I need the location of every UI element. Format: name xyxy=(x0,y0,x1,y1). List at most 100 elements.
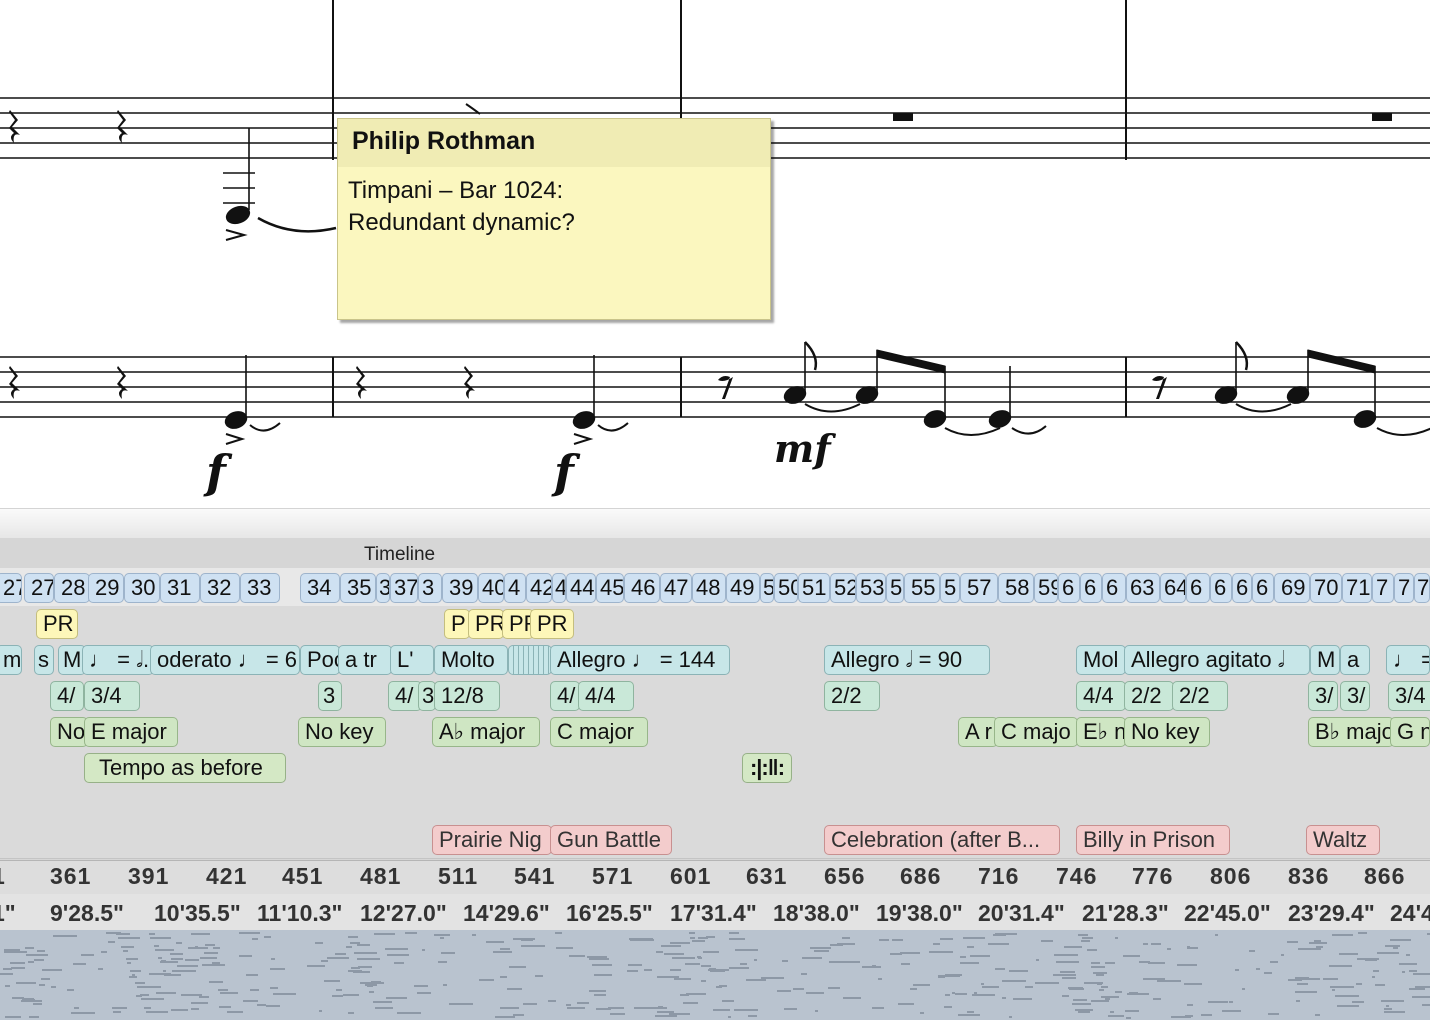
bar-chip[interactable]: 4 xyxy=(552,573,566,603)
bar-chip[interactable]: 6 xyxy=(1232,573,1252,603)
time-signature-chip[interactable]: 3/ xyxy=(1340,681,1370,711)
tempo-chip[interactable]: m xyxy=(0,645,22,675)
flow-chip[interactable]: Prairie Nig xyxy=(432,825,552,855)
flow-chip[interactable]: Waltz xyxy=(1306,825,1380,855)
bar-chip[interactable]: 27 xyxy=(24,573,54,603)
bar-chip[interactable]: 34 xyxy=(300,573,340,603)
bar-chip[interactable]: 33 xyxy=(240,573,280,603)
bar-chip[interactable]: 31 xyxy=(160,573,200,603)
bar-chip[interactable]: 6 xyxy=(1186,573,1210,603)
time-signature-chip[interactable]: 2/2 xyxy=(1124,681,1174,711)
comment-chip[interactable]: P xyxy=(444,609,470,639)
key-signature-chip[interactable]: C majo xyxy=(994,717,1078,747)
time-signature-chip[interactable]: 4/ xyxy=(50,681,84,711)
tempo-chip[interactable]: Allegro agitato 𝅗𝅥 xyxy=(1124,645,1310,675)
time-ruler[interactable]: 1" 9'28.5" 10'35.5" 11'10.3" 12'27.0" 14… xyxy=(0,894,1430,930)
bar-chip[interactable]: 52 xyxy=(830,573,856,603)
time-signature-chip[interactable]: 3/ xyxy=(1308,681,1338,711)
tempo-text-chip[interactable]: Tempo as before xyxy=(84,753,286,783)
bar-chip[interactable]: 32 xyxy=(200,573,240,603)
key-signature-chip[interactable]: A r xyxy=(958,717,998,747)
key-signature-chip[interactable]: C major xyxy=(550,717,648,747)
bar-chip[interactable]: 6 xyxy=(1080,573,1102,603)
comment-text[interactable]: Timpani – Bar 1024: Redundant dynamic? xyxy=(338,167,770,247)
tempo-chip[interactable]: Poc xyxy=(300,645,340,675)
bar-chip[interactable]: 51 xyxy=(798,573,830,603)
key-signature-chip[interactable]: E♭ n xyxy=(1076,717,1126,747)
bar-chip[interactable]: 47 xyxy=(660,573,692,603)
bar-chip[interactable]: 6 xyxy=(1210,573,1232,603)
bar-chip[interactable]: 59 xyxy=(1034,573,1058,603)
time-signature-chip[interactable]: 4/ xyxy=(550,681,580,711)
tempo-chip[interactable]: s xyxy=(34,645,54,675)
tempo-chip[interactable]: a xyxy=(1340,645,1370,675)
bar-chip[interactable]: 44 xyxy=(566,573,596,603)
bar-chip[interactable]: 4 xyxy=(504,573,526,603)
bar-chip[interactable]: 30 xyxy=(124,573,160,603)
key-signature-chip[interactable]: A♭ major xyxy=(432,717,540,747)
time-signature-chip[interactable]: 3/4 xyxy=(84,681,140,711)
bar-chip[interactable]: 7 xyxy=(1394,573,1414,603)
tempo-chip[interactable]: ♩ = 𝅗𝅥. xyxy=(82,645,154,675)
repeat-barline-icon[interactable]: :|:‖: xyxy=(742,753,792,783)
bar-chip[interactable]: 29 xyxy=(88,573,124,603)
key-signature-chip[interactable]: No key xyxy=(298,717,386,747)
flow-chip[interactable]: Billy in Prison xyxy=(1076,825,1230,855)
bar-chip[interactable]: 69 xyxy=(1274,573,1310,603)
bar-chip[interactable]: 70 xyxy=(1310,573,1342,603)
bar-chip[interactable]: 50 xyxy=(774,573,798,603)
bar-chip[interactable]: 42 xyxy=(526,573,552,603)
bar-chip[interactable]: 39 xyxy=(442,573,478,603)
bar-chip[interactable]: 35 xyxy=(340,573,376,603)
time-signature-chip[interactable]: 4/4 xyxy=(578,681,634,711)
time-signature-chip[interactable]: 4/4 xyxy=(1076,681,1126,711)
time-signature-chip[interactable]: 3 xyxy=(318,681,342,711)
key-signature-chip[interactable]: G n xyxy=(1390,717,1430,747)
bar-chip[interactable]: 5 xyxy=(886,573,904,603)
bar-chip[interactable]: 3 xyxy=(376,573,390,603)
tempo-chip[interactable]: Molto xyxy=(434,645,508,675)
bar-chip[interactable]: 5 xyxy=(940,573,960,603)
comment-chip[interactable]: PR xyxy=(36,609,78,639)
score-view[interactable]: f f mf Philip Rothman Timpani – Bar 1024… xyxy=(0,0,1430,508)
bar-chip[interactable]: 27 xyxy=(0,573,22,603)
comment-chip[interactable]: PR xyxy=(468,609,504,639)
time-signature-chip[interactable]: 12/8 xyxy=(434,681,500,711)
bar-chip[interactable]: 7 xyxy=(1414,573,1430,603)
tempo-chip[interactable]: a tr xyxy=(338,645,392,675)
bar-chip[interactable]: 53 xyxy=(856,573,886,603)
tempo-chip[interactable]: M xyxy=(1310,645,1340,675)
bar-chip[interactable]: 6 xyxy=(1102,573,1126,603)
bar-chip[interactable]: 3 xyxy=(418,573,442,603)
key-signature-chip[interactable]: No xyxy=(50,717,88,747)
tempo-chip[interactable]: ♩ = xyxy=(1386,645,1430,675)
bar-chip[interactable]: 45 xyxy=(596,573,624,603)
time-signature-chip[interactable]: 4/ xyxy=(388,681,422,711)
bar-chip[interactable]: 5 xyxy=(760,573,774,603)
bar-chip[interactable]: 6 xyxy=(1058,573,1080,603)
bar-chip[interactable]: 46 xyxy=(624,573,660,603)
tempo-chip[interactable]: Mol xyxy=(1076,645,1126,675)
score-overview-minimap[interactable] xyxy=(0,930,1430,1020)
flow-chip[interactable]: Celebration (after B... xyxy=(824,825,1060,855)
flow-chip[interactable]: Gun Battle xyxy=(550,825,672,855)
key-signature-chip[interactable]: B♭ majo xyxy=(1308,717,1394,747)
key-signature-chip[interactable]: E major xyxy=(84,717,178,747)
comment-popup[interactable]: Philip Rothman Timpani – Bar 1024: Redun… xyxy=(337,118,771,320)
bar-chip[interactable]: 49 xyxy=(726,573,760,603)
bar-chip[interactable]: 57 xyxy=(960,573,998,603)
bar-chip[interactable]: 6 xyxy=(1252,573,1274,603)
time-signature-chip[interactable]: 2/2 xyxy=(824,681,880,711)
bar-chip[interactable]: 58 xyxy=(998,573,1034,603)
bar-chip[interactable]: 7 xyxy=(1372,573,1394,603)
tempo-cluster[interactable] xyxy=(508,645,552,675)
bar-chip[interactable]: 37 xyxy=(390,573,418,603)
bar-chip[interactable]: 28 xyxy=(54,573,90,603)
tempo-chip[interactable]: Allegro 𝅗𝅥 = 90 xyxy=(824,645,990,675)
bar-chip[interactable]: 64 xyxy=(1160,573,1186,603)
tempo-chip[interactable]: Allegro ♩ = 144 xyxy=(550,645,730,675)
bar-chip[interactable]: 63 xyxy=(1126,573,1160,603)
bar-ruler[interactable]: 1 361 391 421 451 481 511 541 571 601 63… xyxy=(0,860,1430,895)
bar-chip[interactable]: 48 xyxy=(692,573,726,603)
key-signature-chip[interactable]: No key xyxy=(1124,717,1210,747)
